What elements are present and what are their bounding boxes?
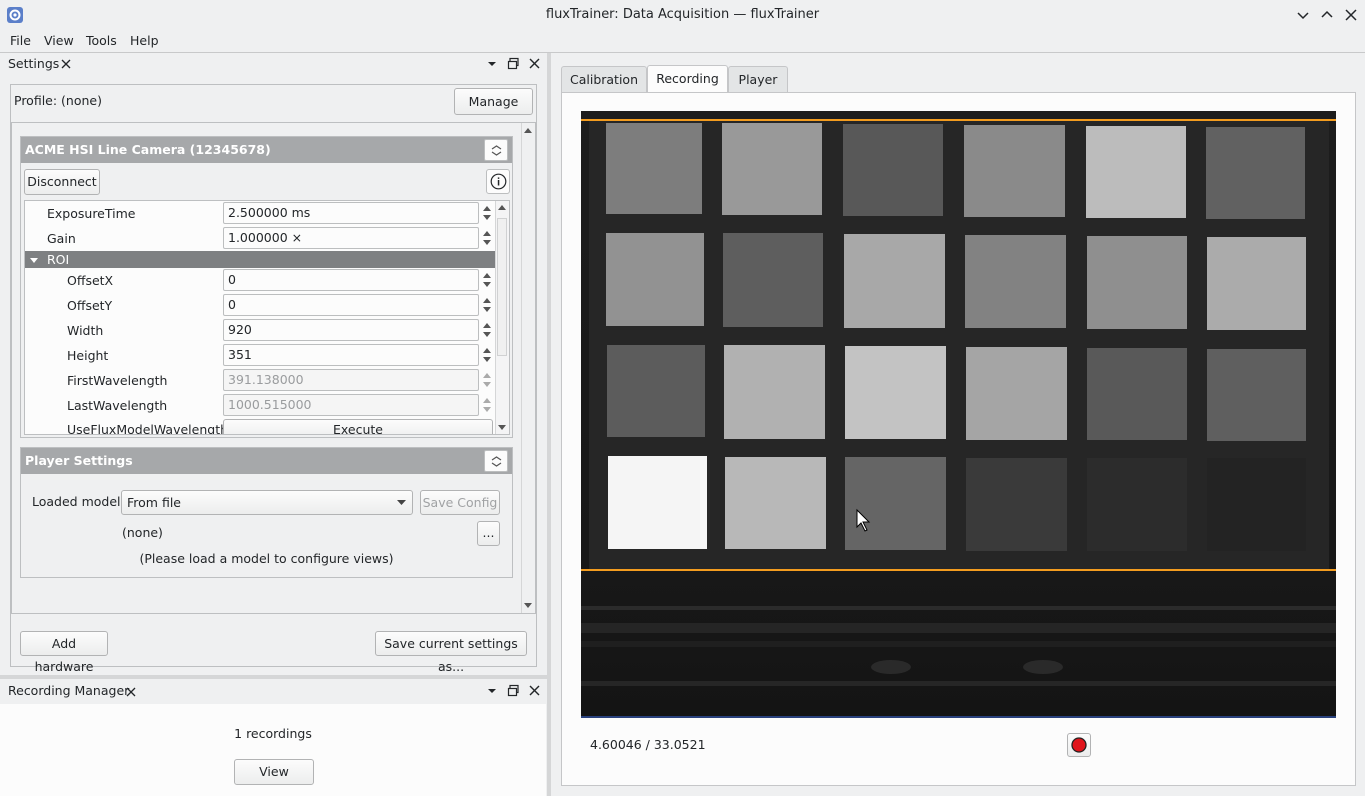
recording-dock-menu-icon[interactable] — [486, 685, 498, 697]
offsety-label: OffsetY — [67, 298, 113, 313]
info-icon — [490, 173, 507, 190]
menu-divider — [0, 52, 1365, 53]
offsety-spinner-icon[interactable] — [480, 294, 494, 316]
last-wavelength-field: 1000.515000 — [223, 394, 479, 416]
recordings-count: 1 recordings — [234, 726, 312, 741]
first-wavelength-label: FirstWavelength — [67, 373, 168, 388]
width-field[interactable]: 920 — [223, 319, 479, 341]
record-icon — [1071, 737, 1087, 753]
gain-spinner-icon[interactable] — [480, 227, 494, 249]
tab-recording[interactable]: Recording — [647, 65, 728, 93]
float-icon[interactable] — [507, 57, 520, 70]
height-spinner-icon[interactable] — [480, 344, 494, 366]
browse-button[interactable]: ... — [477, 521, 500, 546]
profile-label: Profile: (none) — [14, 93, 102, 108]
loaded-model-value: From file — [127, 495, 181, 510]
camera-title: ACME HSI Line Camera (12345678) — [21, 137, 512, 163]
main-splitter[interactable] — [547, 53, 551, 796]
camera-collapse-button[interactable] — [484, 139, 508, 161]
width-label: Width — [67, 323, 104, 338]
roi-category-row[interactable] — [25, 251, 495, 268]
roi-label: ROI — [47, 252, 70, 267]
save-config-button: Save Config — [420, 490, 500, 515]
player-collapse-icon — [491, 456, 502, 467]
gain-label: Gain — [47, 231, 76, 246]
menu-tools[interactable]: Tools — [86, 30, 117, 52]
recording-float-icon[interactable] — [507, 684, 520, 697]
height-label: Height — [67, 348, 109, 363]
prop-scroll-down-icon[interactable] — [497, 424, 507, 432]
recording-close-dock-icon[interactable] — [528, 684, 541, 697]
loaded-model-label: Loaded model: — [32, 494, 125, 509]
last-wavelength-label: LastWavelength — [67, 398, 168, 413]
manage-button[interactable]: Manage — [454, 88, 533, 115]
save-settings-button[interactable]: Save current settings as... — [375, 631, 527, 674]
exposure-time-field[interactable]: 2.500000 ms — [223, 202, 479, 224]
property-scroll-thumb[interactable] — [497, 218, 507, 356]
use-flux-label: UseFluxModelWavelengths — [67, 422, 235, 434]
camera-preview-image[interactable] — [581, 111, 1336, 718]
close-icon[interactable] — [1342, 6, 1360, 24]
outer-scrollbar[interactable] — [521, 123, 535, 613]
offsetx-label: OffsetX — [67, 273, 114, 288]
close-recording-tab-icon[interactable] — [125, 686, 137, 698]
execute-button[interactable]: Execute — [223, 419, 493, 434]
scroll-down-icon[interactable] — [523, 602, 533, 610]
add-hardware-button[interactable]: Add hardware — [20, 631, 108, 674]
player-collapse-button[interactable] — [484, 450, 508, 472]
first-wavelength-spinner-icon — [483, 373, 491, 387]
use-flux-row: UseFluxModelWavelengths Execute — [25, 419, 495, 434]
dropdown-arrow-icon — [397, 500, 406, 505]
close-dock-icon[interactable] — [528, 57, 541, 70]
recording-manager-title: Recording Manager — [8, 683, 130, 698]
window-title: fluxTrainer: Data Acquisition — fluxTrai… — [545, 7, 820, 22]
dock-splitter[interactable] — [0, 675, 548, 679]
cursor-readout: 4.60046 / 33.0521 — [590, 737, 706, 752]
player-hint-text: (Please load a model to configure views) — [139, 551, 394, 566]
collapse-icon — [491, 145, 502, 156]
offsety-field[interactable]: 0 — [223, 294, 479, 316]
height-field[interactable]: 351 — [223, 344, 479, 366]
offsetx-field[interactable]: 0 — [223, 269, 479, 291]
menu-view[interactable]: View — [44, 30, 74, 52]
loaded-model-select[interactable]: From file — [121, 490, 413, 515]
tab-calibration[interactable]: Calibration — [561, 66, 647, 92]
dock-menu-icon[interactable] — [486, 58, 498, 70]
close-settings-tab-icon[interactable] — [60, 58, 72, 70]
info-button[interactable] — [486, 169, 510, 194]
first-wavelength-field: 391.138000 — [223, 369, 479, 391]
player-settings-title: Player Settings — [21, 448, 512, 474]
gain-field[interactable]: 1.000000 × — [223, 227, 479, 249]
minimize-icon[interactable] — [1294, 6, 1312, 24]
maximize-icon[interactable] — [1318, 6, 1336, 24]
menu-file[interactable]: File — [10, 30, 31, 52]
record-button[interactable] — [1067, 733, 1091, 757]
disconnect-button[interactable]: Disconnect — [24, 169, 100, 195]
prop-scroll-up-icon[interactable] — [497, 203, 507, 211]
menu-help[interactable]: Help — [130, 30, 159, 52]
width-spinner-icon[interactable] — [480, 319, 494, 341]
expand-arrow-icon[interactable] — [29, 255, 39, 265]
menu-bar — [0, 30, 1365, 52]
model-name-text: (none) — [122, 525, 163, 540]
view-recordings-button[interactable]: View — [234, 759, 314, 785]
offsetx-spinner-icon[interactable] — [480, 269, 494, 291]
exposure-time-label: ExposureTime — [47, 206, 136, 221]
settings-dock-title: Settings — [8, 56, 60, 71]
exposure-time-spinner-icon[interactable] — [480, 202, 494, 224]
tab-player[interactable]: Player — [728, 66, 788, 92]
scroll-up-icon[interactable] — [523, 126, 533, 134]
last-wavelength-spinner-icon — [483, 398, 491, 412]
